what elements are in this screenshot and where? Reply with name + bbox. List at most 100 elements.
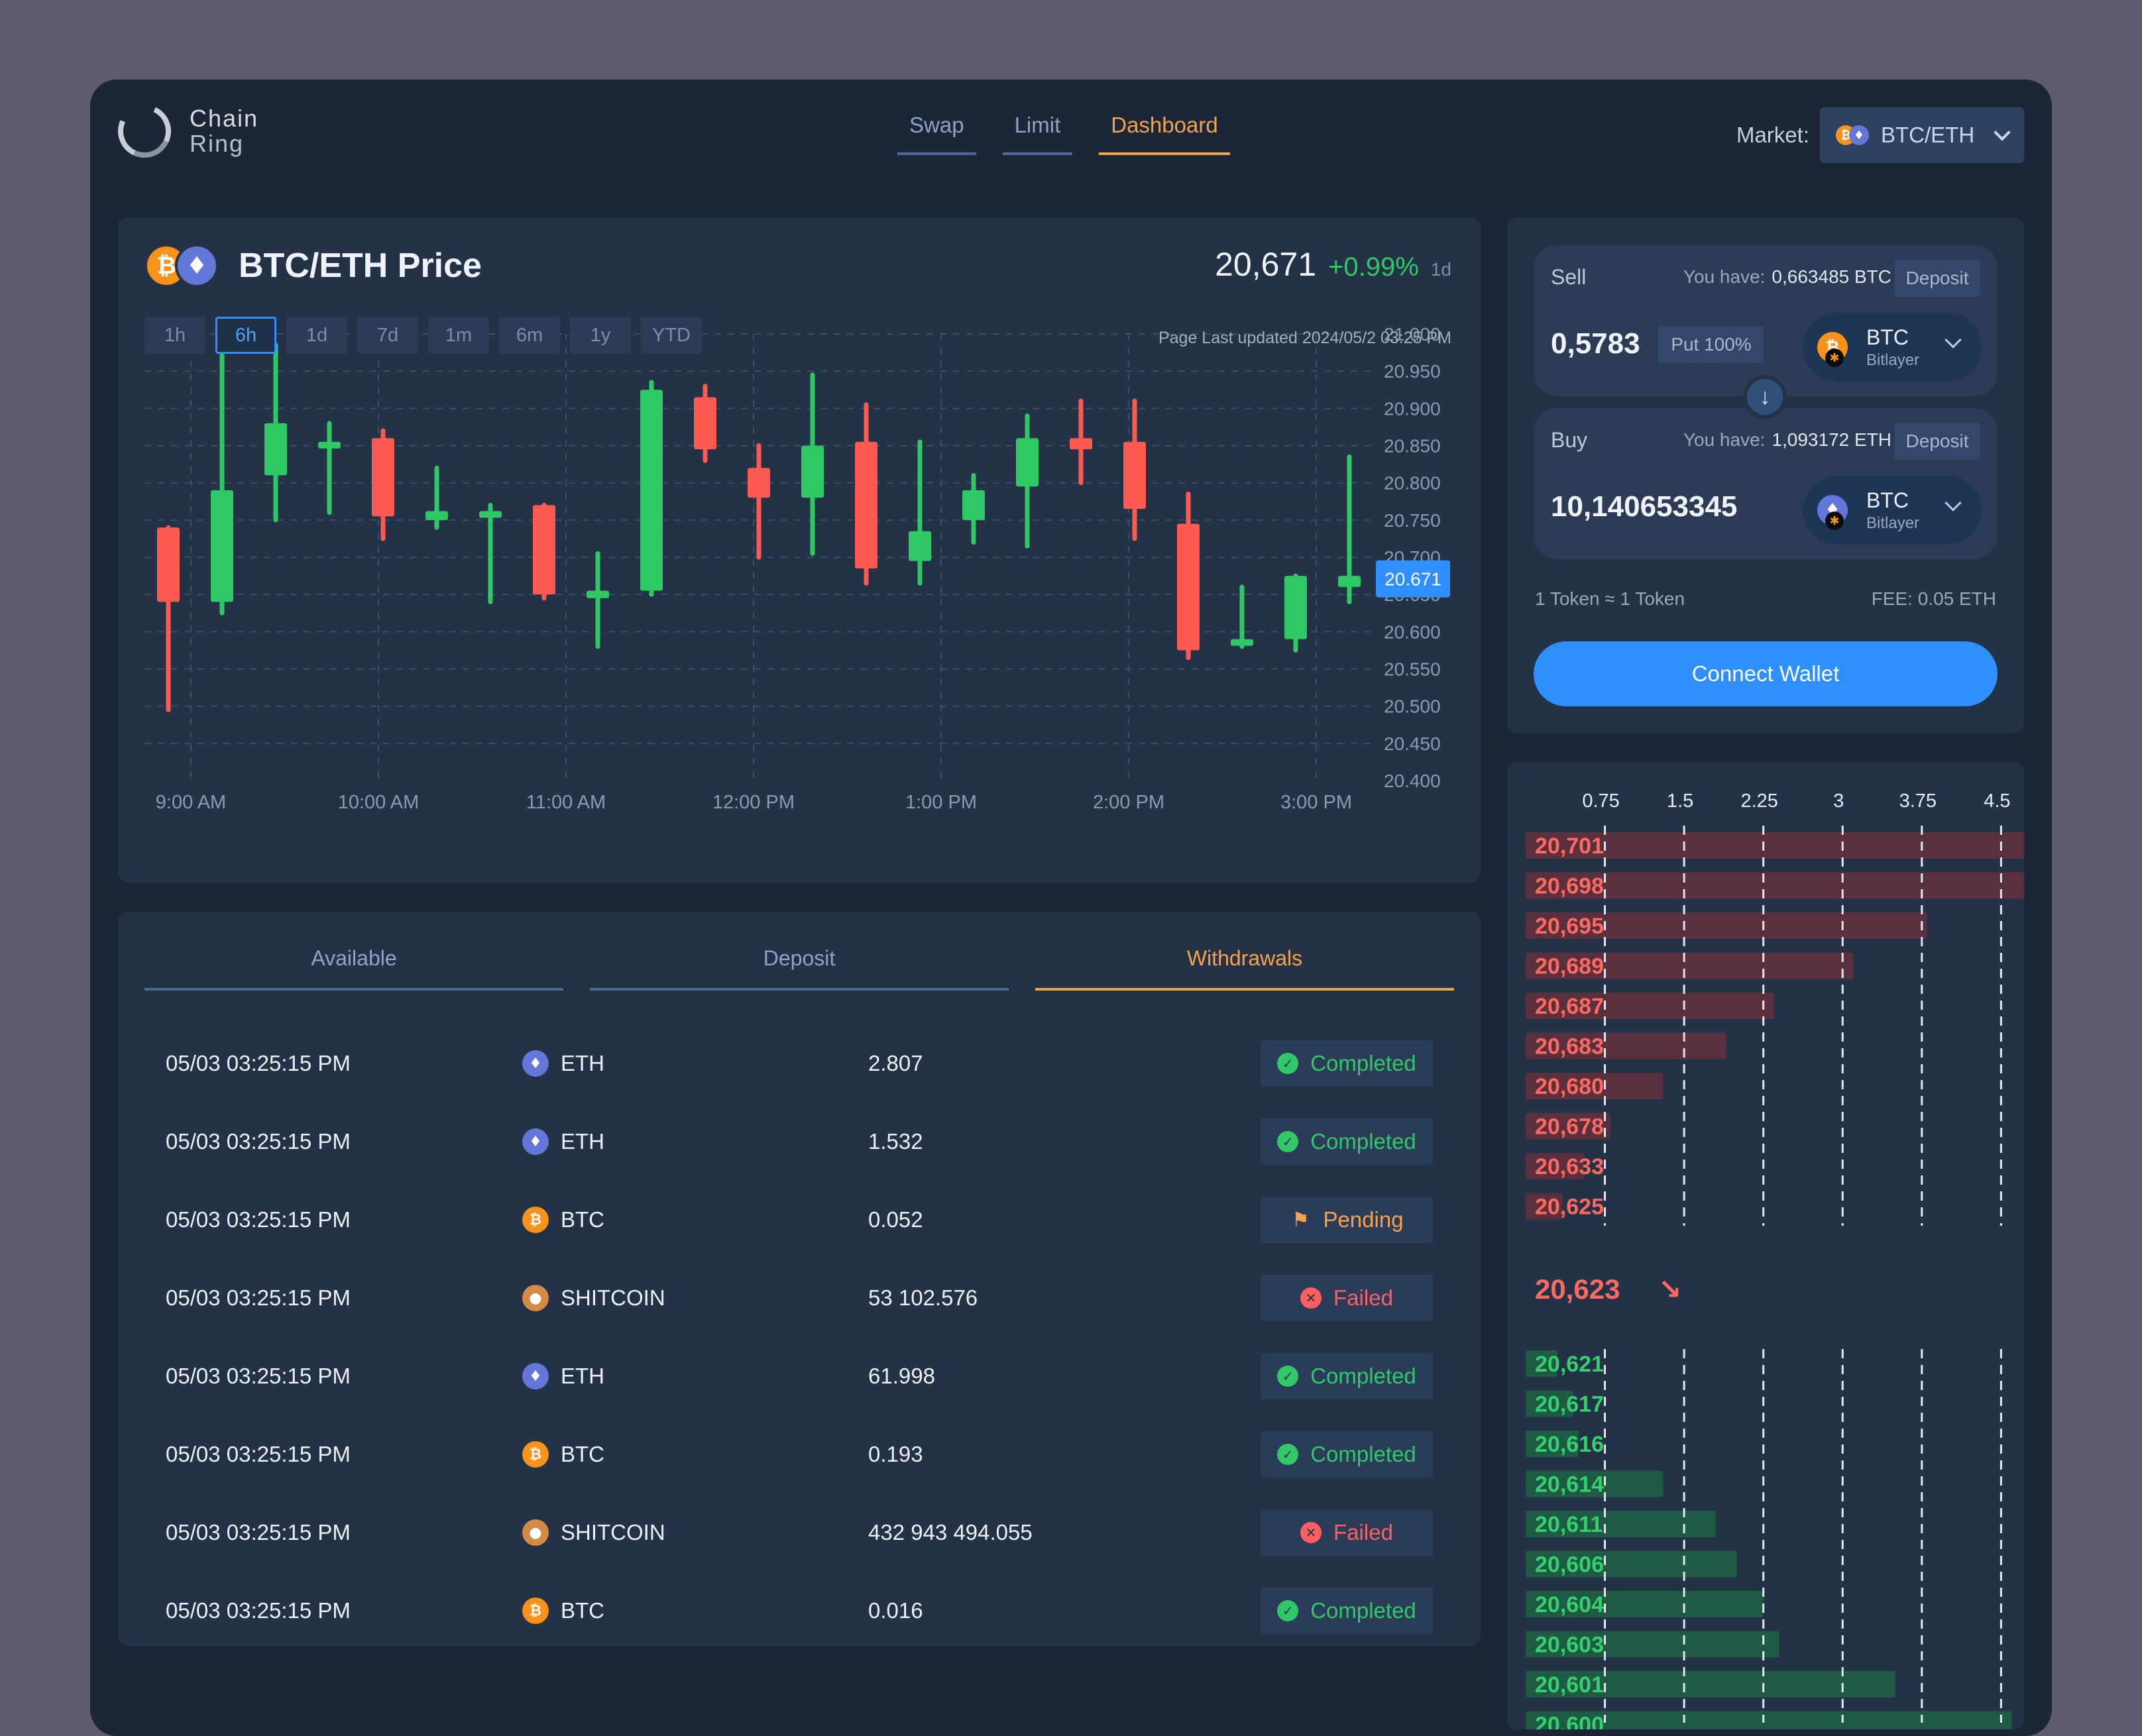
status-badge: ✓ Completed [1261,1040,1433,1087]
status-badge: ✓ Completed [1261,1353,1433,1399]
candle-body [264,423,287,476]
tx-date: 05/03 03:25:15 PM [166,1598,351,1623]
x-tick-label: 9:00 AM [156,792,226,813]
y-tick-label: 20.800 [1384,473,1441,494]
logo[interactable]: Chain Ring [110,97,258,166]
eth-icon: ♦ [522,1050,549,1077]
candle-body [211,490,233,602]
transactions-tabs: Available Deposit Withdrawals [144,946,1454,991]
tx-asset-name: BTC [561,1598,604,1623]
chevron-down-icon [1945,494,1962,512]
swap-direction-button[interactable]: ↓ [1743,375,1787,419]
table-row[interactable]: 05/03 03:25:15 PM ♦ ETH 1.532 ✓ Completed [144,1103,1454,1181]
range-ytd[interactable]: YTD [641,317,702,354]
tx-amount: 2.807 [868,1051,923,1075]
status-pending-icon: ⚑ [1291,1209,1310,1231]
connect-wallet-button[interactable]: Connect Wallet [1534,641,1998,706]
ask-price: 20,680 [1535,1074,1604,1099]
buy-balance-value: 1,093172 ETH [1772,429,1891,450]
status-label: Completed [1310,1364,1416,1388]
price-period: 1d [1430,259,1451,280]
table-row[interactable]: 05/03 03:25:15 PM ₿ BTC 0.016 ✓ Completed [144,1572,1454,1650]
sell-balance-label: You have: [1683,266,1766,287]
x-tick-label: 11:00 AM [526,792,606,813]
tx-asset-name: ETH [561,1364,604,1388]
status-label: Pending [1323,1207,1404,1232]
sell-token-selector[interactable]: ₿ ✱ BTC Bitlayer [1803,313,1982,382]
tab-available[interactable]: Available [144,946,563,991]
table-row[interactable]: 05/03 03:25:15 PM ● SHITCOIN 432 943 494.05… [144,1493,1454,1572]
app-window: Chain Ring Swap Limit Dashboard Market: … [90,80,2052,1736]
range-1m[interactable]: 1m [428,317,489,354]
range-1d[interactable]: 1d [286,317,347,354]
tx-asset-name: ETH [561,1051,604,1075]
brand-line-1: Chain [190,105,259,132]
candle-body [855,441,877,569]
tab-withdrawals[interactable]: Withdrawals [1035,946,1454,991]
depth-scale-label: 3.75 [1899,790,1937,812]
buy-token-selector[interactable]: ♦ ✱ BTC Bitlayer [1803,476,1982,545]
tx-asset: ♦ ETH [522,1128,604,1155]
logo-icon [110,97,179,166]
brand-line-2: Ring [190,130,245,157]
table-row[interactable]: 05/03 03:25:15 PM ● SHITCOIN 53 102.576 ✕ Fai… [144,1259,1454,1337]
candle-body [748,468,770,498]
buy-label: Buy [1551,428,1588,452]
bitlayer-icon: ✱ [1825,512,1844,530]
tx-asset: ● SHITCOIN [522,1519,665,1546]
ask-price: 20,683 [1535,1034,1604,1059]
put-100-button[interactable]: Put 100% [1658,326,1764,363]
ask-price: 20,701 [1535,834,1604,859]
table-row[interactable]: 05/03 03:25:15 PM ♦ ETH 61.998 ✓ Completed [144,1337,1454,1415]
status-badge: ✓ Completed [1261,1118,1433,1165]
buy-deposit-button[interactable]: Deposit [1894,423,1980,460]
transactions-list: 05/03 03:25:15 PM ♦ ETH 2.807 ✓ Completed 05/0… [144,1024,1454,1650]
tab-limit[interactable]: Limit [1002,113,1073,155]
tx-date: 05/03 03:25:15 PM [166,1520,351,1545]
candle-body [801,445,824,498]
tx-asset-name: ETH [561,1129,604,1154]
candle-body [1016,438,1039,487]
brand-name: Chain Ring [190,106,258,156]
sell-deposit-button[interactable]: Deposit [1894,260,1980,297]
current-price-tag-label: 20.671 [1384,569,1441,590]
range-6h[interactable]: 6h [215,317,276,354]
tab-dashboard[interactable]: Dashboard [1099,113,1230,155]
buy-token-name: BTC [1866,488,1909,512]
range-1y[interactable]: 1y [570,317,631,354]
tx-date: 05/03 03:25:15 PM [166,1051,351,1075]
tx-asset: ● SHITCOIN [522,1285,665,1311]
ask-price: 20,698 [1535,874,1604,899]
range-6m[interactable]: 6m [499,317,560,354]
bid-price: 20,601 [1535,1672,1604,1698]
buy-amount-input[interactable]: 10,140653345 [1551,490,1737,523]
tx-amount: 0.052 [868,1207,923,1232]
tab-swap[interactable]: Swap [897,113,976,155]
candle-body [962,490,985,520]
ask-price: 20,695 [1535,914,1604,939]
table-row[interactable]: 05/03 03:25:15 PM ₿ BTC 0.193 ✓ Completed [144,1415,1454,1493]
bid-price: 20,616 [1535,1432,1604,1457]
sell-token-network: Bitlayer [1866,351,1920,369]
table-row[interactable]: 05/03 03:25:15 PM ₿ BTC 0.052 ⚑ Pending [144,1181,1454,1259]
status-completed-icon: ✓ [1277,1600,1299,1621]
eth-icon: ♦ [522,1363,549,1389]
ask-price: 20,678 [1535,1114,1604,1140]
main-nav: Swap Limit Dashboard [897,113,1257,155]
bid-price: 20,617 [1535,1392,1604,1417]
tab-deposit[interactable]: Deposit [590,946,1009,991]
depth-scale-label: 4.5 [1984,790,2010,812]
tx-amount: 53 102.576 [868,1285,978,1310]
fee: FEE: 0.05 ETH [1871,588,1996,609]
buy-balance: You have: 1,093172 ETH [1683,429,1891,451]
range-7d[interactable]: 7d [357,317,418,354]
market-dropdown[interactable]: ₿ ♦ BTC/ETH [1820,107,2024,163]
table-row[interactable]: 05/03 03:25:15 PM ♦ ETH 2.807 ✓ Completed [144,1024,1454,1103]
buy-token-network: Bitlayer [1866,514,1920,532]
candle-body [694,397,716,450]
status-completed-icon: ✓ [1277,1444,1299,1465]
sell-amount-input[interactable]: 0,5783 [1551,327,1640,360]
x-tick-label: 12:00 PM [712,792,795,813]
buy-box: Buy You have: 1,093172 ETH Deposit 10,140… [1534,408,1998,559]
range-1h[interactable]: 1h [144,317,205,354]
